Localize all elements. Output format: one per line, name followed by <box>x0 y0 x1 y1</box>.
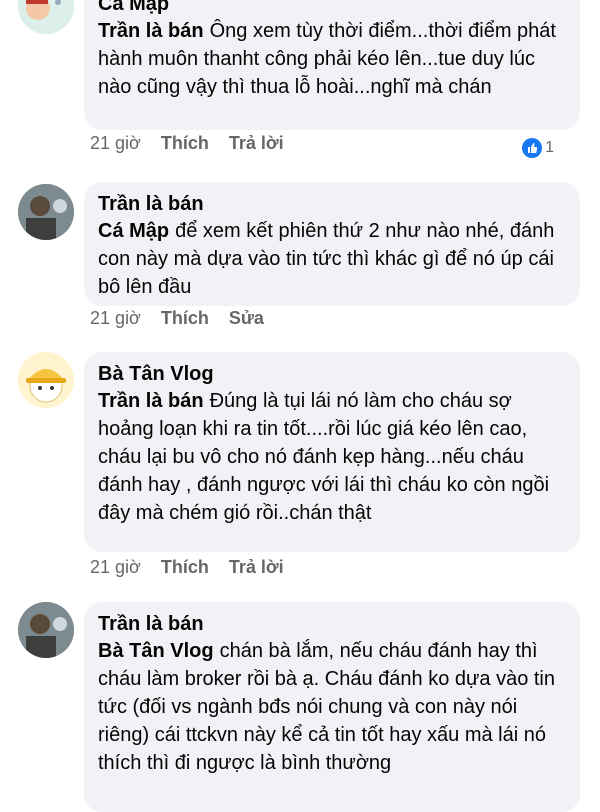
comment-bubble: Bà Tân Vlog Trần là bán Đúng là tụi lái n… <box>84 352 580 552</box>
mention-tag[interactable]: Trần là bán <box>98 20 204 42</box>
reaction-count[interactable]: 1 <box>522 138 554 158</box>
comment-time[interactable]: 21 giờ <box>90 308 141 329</box>
avatar[interactable] <box>18 602 74 658</box>
like-button[interactable]: Thích <box>161 308 209 329</box>
comment-time[interactable]: 21 giờ <box>90 133 141 154</box>
comment-bubble: Trần là bán Cá Mập để xem kết phiên thứ 2… <box>84 182 580 306</box>
mention-tag[interactable]: Trần là bán <box>98 390 204 412</box>
comment-bubble: Cá Mập Trần là bán Ông xem tùy thời điểm.… <box>84 0 580 130</box>
comment-actions: 21 giờ Thích Sửa <box>90 308 264 329</box>
mention-tag[interactable]: Cá Mập <box>98 220 169 242</box>
mention-tag[interactable]: Bà Tân Vlog <box>98 640 214 662</box>
comment-author[interactable]: Trần là bán <box>98 611 564 637</box>
comment-author[interactable]: Cá Mập <box>98 0 564 17</box>
like-button[interactable]: Thích <box>161 133 209 154</box>
comment-actions: 21 giờ Thích Trả lời <box>90 133 284 154</box>
avatar[interactable] <box>18 0 74 34</box>
reply-button[interactable]: Trả lời <box>229 133 284 154</box>
comment-bubble: Trần là bán Bà Tân Vlog chán bà lắm, nếu … <box>84 602 580 812</box>
comment-author[interactable]: Trần là bán <box>98 191 564 217</box>
comment-time[interactable]: 21 giờ <box>90 557 141 578</box>
avatar-photo-icon <box>18 184 74 240</box>
avatar-cartoon-icon <box>18 352 74 408</box>
avatar[interactable] <box>18 352 74 408</box>
like-count: 1 <box>545 139 554 156</box>
like-button[interactable]: Thích <box>161 557 209 578</box>
avatar-cartoon-icon <box>18 0 74 34</box>
thumbs-up-icon <box>522 138 543 158</box>
edit-button[interactable]: Sửa <box>229 308 264 329</box>
reply-button[interactable]: Trả lời <box>229 557 284 578</box>
avatar-photo-icon <box>18 602 74 658</box>
avatar[interactable] <box>18 184 74 240</box>
comment-actions: 21 giờ Thích Trả lời <box>90 557 284 578</box>
comment-author[interactable]: Bà Tân Vlog <box>98 361 564 387</box>
